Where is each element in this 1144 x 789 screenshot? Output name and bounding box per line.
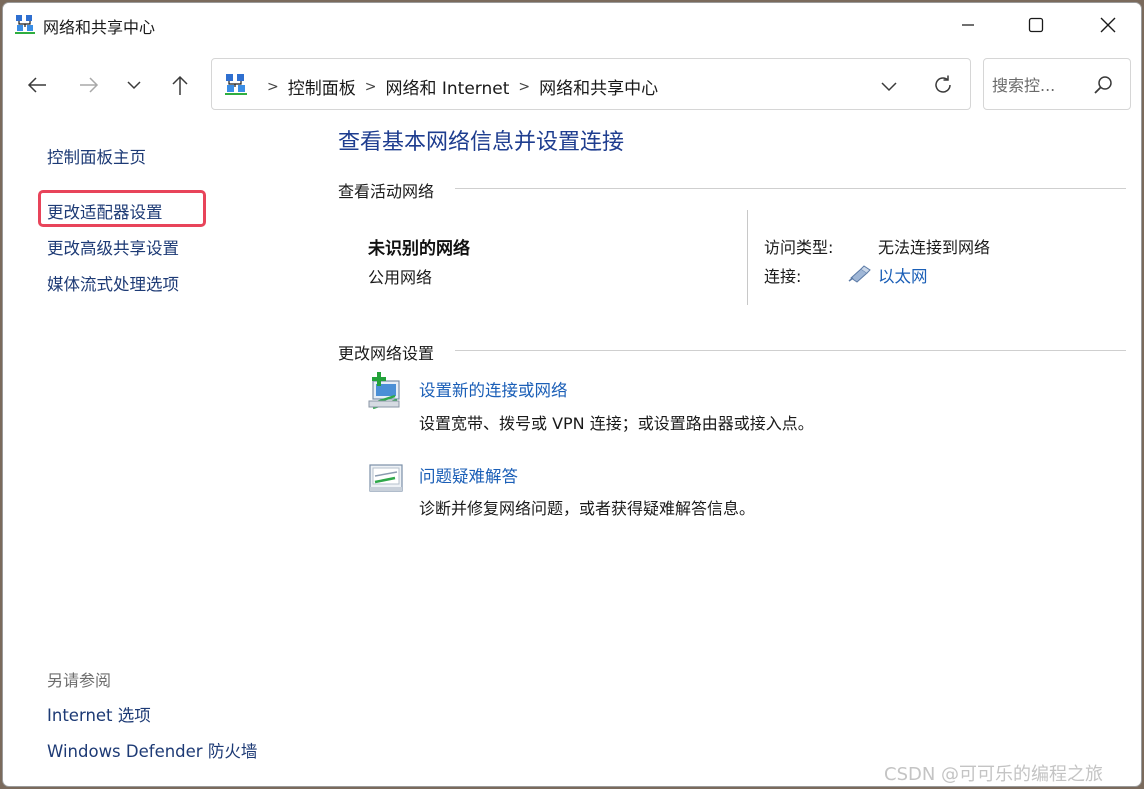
- arrow-left-icon: [27, 77, 46, 93]
- page-title: 查看基本网络信息并设置连接: [338, 130, 625, 155]
- sidebar-item-change-adapter-settings[interactable]: 更改适配器设置: [47, 199, 163, 223]
- chevron-down-icon: [127, 81, 141, 90]
- troubleshoot-problems-link[interactable]: 问题疑难解答: [419, 463, 518, 487]
- access-type-value: 无法连接到网络: [878, 238, 991, 257]
- breadcrumb-separator: >: [364, 78, 377, 95]
- ethernet-icon: [848, 265, 871, 283]
- breadcrumb-separator: >: [518, 78, 531, 95]
- troubleshoot-icon: [369, 464, 403, 492]
- arrow-up-icon: [172, 75, 188, 95]
- access-type-label: 访问类型:: [764, 238, 834, 257]
- search-icon[interactable]: [1092, 74, 1114, 96]
- back-button[interactable]: [21, 69, 53, 101]
- window-title: 网络和共享中心: [43, 18, 156, 37]
- see-also-internet-options[interactable]: Internet 选项: [47, 702, 151, 726]
- network-center-icon: [15, 15, 35, 34]
- setup-new-connection-link[interactable]: 设置新的连接或网络: [419, 377, 568, 401]
- network-sharing-center-window: 网络和共享中心 > 控制面板 > 网络和 Internet > 网络和共享中心 …: [2, 2, 1142, 787]
- minimize-icon: [962, 24, 974, 26]
- change-network-settings-heading: 更改网络设置: [338, 344, 435, 363]
- watermark: CSDN @可可乐的编程之旅: [884, 764, 1104, 785]
- network-divider: [747, 210, 748, 305]
- breadcrumb-network-sharing-center[interactable]: 网络和共享中心: [539, 74, 658, 99]
- network-category: 公用网络: [368, 268, 433, 287]
- title-bar: 网络和共享中心: [3, 3, 1141, 47]
- breadcrumb-network-internet[interactable]: 网络和 Internet: [385, 74, 509, 99]
- new-connection-icon: [368, 372, 400, 410]
- connection-label: 连接:: [764, 267, 802, 286]
- network-center-icon: [225, 74, 247, 95]
- sidebar-control-panel-home[interactable]: 控制面板主页: [47, 144, 146, 168]
- search-input[interactable]: [992, 73, 1084, 97]
- forward-button[interactable]: [73, 69, 105, 101]
- up-button[interactable]: [164, 69, 196, 101]
- close-icon: [1100, 17, 1116, 33]
- sidebar-item-media-streaming-options[interactable]: 媒体流式处理选项: [47, 271, 179, 295]
- section-divider: [455, 188, 1126, 189]
- maximize-icon: [1028, 17, 1044, 33]
- minimize-button[interactable]: [945, 3, 991, 47]
- setup-new-connection-description: 设置宽带、拨号或 VPN 连接；或设置路由器或接入点。: [419, 414, 814, 433]
- troubleshoot-problems-description: 诊断并修复网络问题，或者获得疑难解答信息。: [419, 499, 756, 518]
- network-name: 未识别的网络: [368, 239, 470, 259]
- breadcrumb-control-panel[interactable]: 控制面板: [288, 74, 356, 99]
- refresh-button[interactable]: [930, 72, 956, 98]
- chevron-down-icon: [881, 82, 897, 92]
- recent-locations-button[interactable]: [118, 69, 150, 101]
- active-networks-heading: 查看活动网络: [338, 182, 435, 201]
- navigation-bar: > 控制面板 > 网络和 Internet > 网络和共享中心: [3, 47, 1141, 119]
- address-bar[interactable]: > 控制面板 > 网络和 Internet > 网络和共享中心: [211, 58, 971, 110]
- ethernet-connection-link[interactable]: 以太网: [878, 263, 928, 287]
- arrow-right-icon: [80, 77, 99, 93]
- search-box[interactable]: [983, 58, 1131, 110]
- refresh-icon: [935, 75, 951, 93]
- see-also-heading: 另请参阅: [47, 671, 112, 690]
- close-button[interactable]: [1085, 3, 1131, 47]
- breadcrumb: > 控制面板 > 网络和 Internet > 网络和共享中心: [258, 74, 658, 100]
- address-history-button[interactable]: [876, 73, 902, 99]
- section-divider: [455, 350, 1126, 351]
- see-also-windows-defender-firewall[interactable]: Windows Defender 防火墙: [47, 738, 257, 762]
- sidebar-item-advanced-sharing-settings[interactable]: 更改高级共享设置: [47, 235, 179, 259]
- maximize-button[interactable]: [1013, 3, 1059, 47]
- breadcrumb-separator: >: [267, 78, 279, 95]
